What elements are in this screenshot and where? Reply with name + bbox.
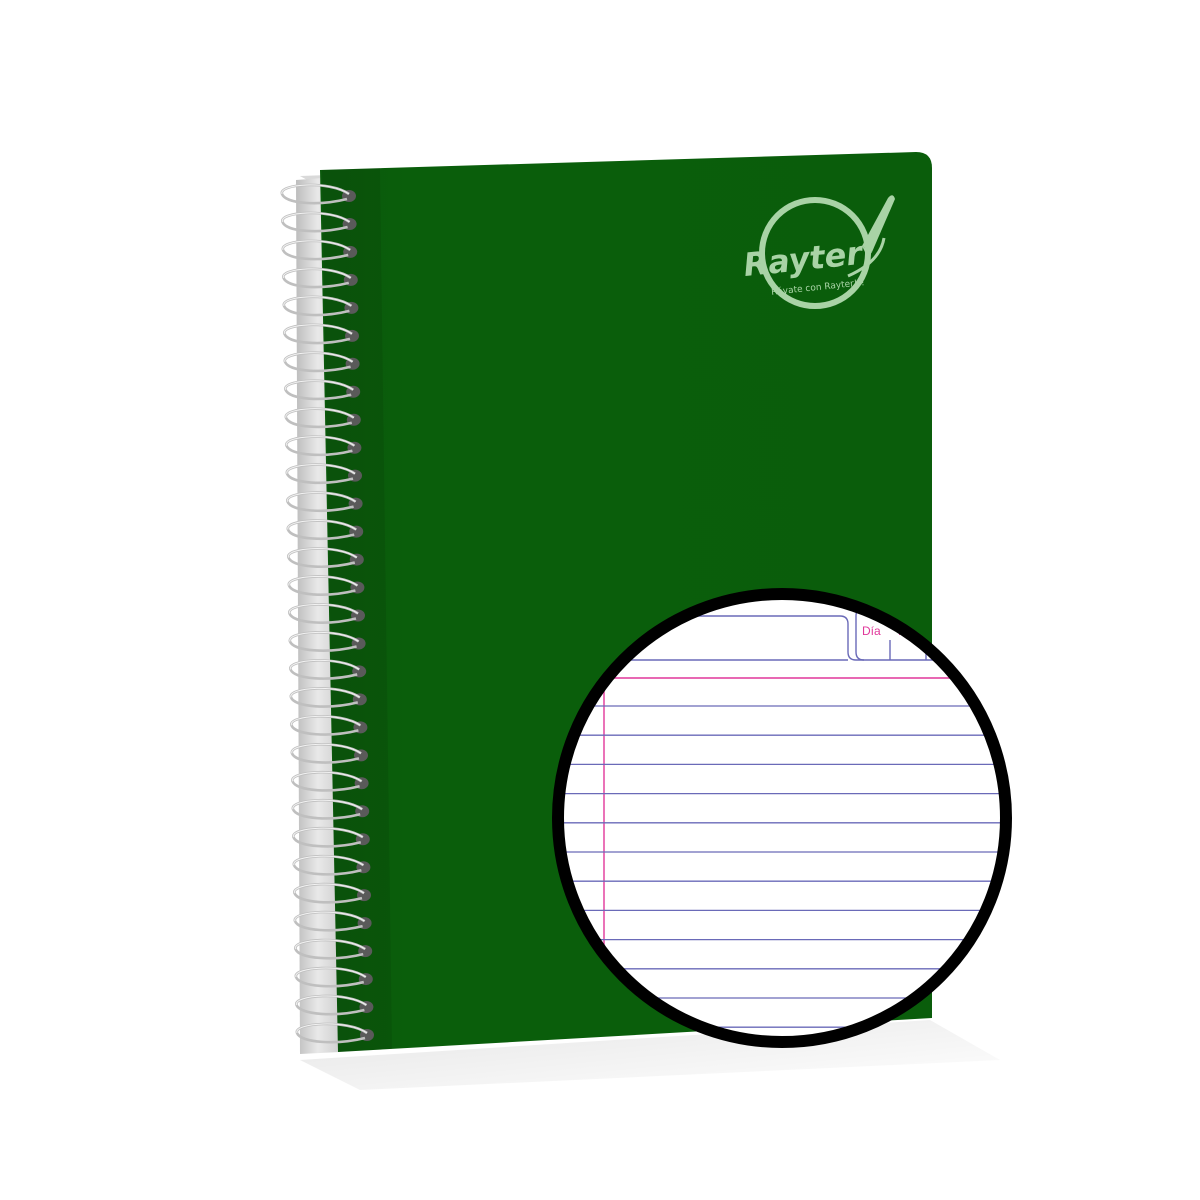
- label-dia: Día: [862, 624, 881, 638]
- product-scene: Rayter Ráyate con Rayter!!! Día Mes: [280, 152, 1012, 1090]
